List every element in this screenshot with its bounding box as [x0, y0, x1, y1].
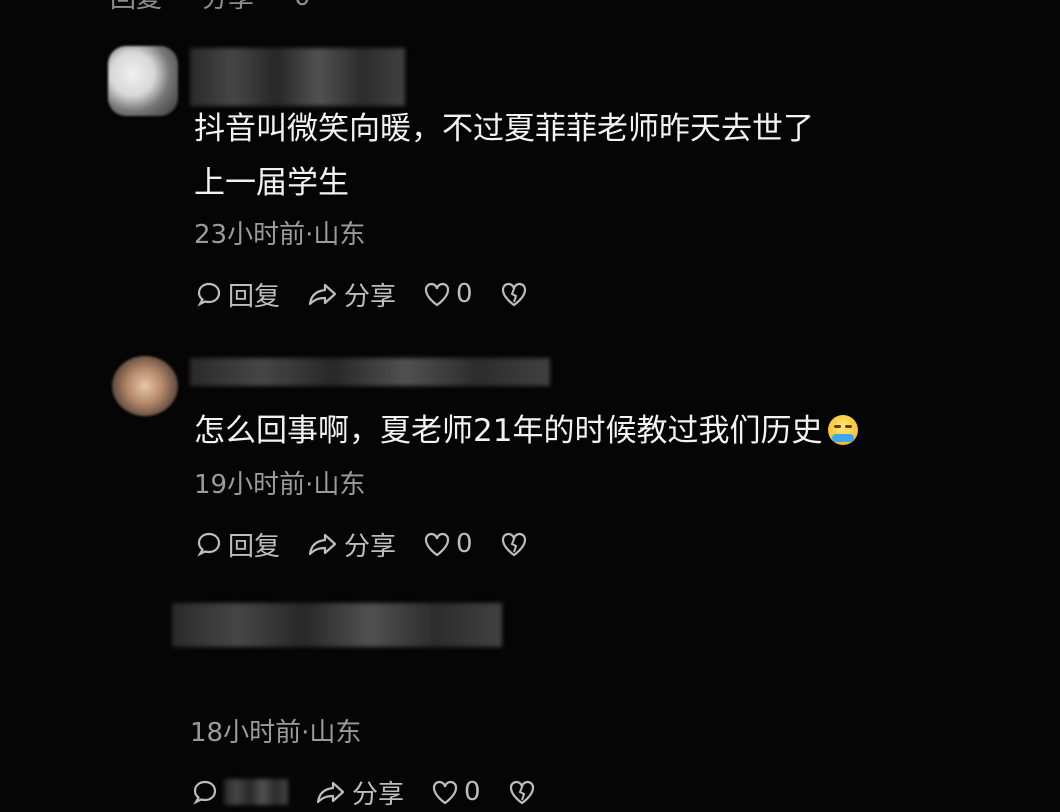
like-button[interactable]: 0 [422, 279, 473, 309]
share-label: 分享 [352, 779, 405, 810]
comment-actions: 分享 0 [190, 772, 563, 812]
reply-button-prev[interactable]: 回复 [110, 0, 162, 15]
reply-button[interactable]: 回复 [194, 526, 280, 563]
heart-icon [430, 777, 460, 807]
share-button[interactable]: 分享 [306, 526, 396, 563]
dislike-button[interactable] [507, 777, 537, 807]
reply-button[interactable] [190, 777, 288, 807]
like-count-prev[interactable]: 0 [294, 0, 311, 12]
reply-button[interactable]: 回复 [194, 276, 280, 313]
broken-heart-icon [499, 529, 529, 559]
reply-label: 回复 [228, 531, 281, 562]
share-arrow-icon [306, 279, 340, 309]
like-button[interactable]: 0 [422, 529, 473, 559]
blurred-username [172, 603, 502, 647]
like-count: 0 [456, 529, 473, 559]
share-label: 分享 [344, 531, 397, 562]
like-button[interactable]: 0 [430, 777, 481, 807]
reply-bubble-icon [194, 529, 224, 559]
reply-bubble-icon [194, 279, 224, 309]
comment-text: 抖音叫微笑向暖，不过夏菲菲老师昨天去世了 [194, 111, 814, 147]
comment-meta: 23小时前·山东 [194, 220, 366, 250]
comment-text: 怎么回事啊，夏老师21年的时候教过我们历史 [194, 403, 859, 459]
share-arrow-icon [314, 777, 348, 807]
comment-actions: 回复 分享 0 [194, 524, 555, 564]
like-count: 0 [464, 777, 481, 807]
share-button[interactable]: 分享 [306, 276, 396, 313]
blurred-username [190, 48, 405, 106]
comment-text-continued: 上一届学生 [194, 165, 349, 201]
share-button[interactable]: 分享 [314, 774, 404, 811]
reply-label: 回复 [228, 281, 281, 312]
dislike-button[interactable] [499, 529, 529, 559]
blurred-username [190, 358, 550, 386]
avatar[interactable] [112, 356, 178, 416]
avatar[interactable] [108, 46, 178, 116]
dislike-button[interactable] [499, 279, 529, 309]
like-count: 0 [456, 279, 473, 309]
crying-face-icon [828, 415, 859, 445]
heart-icon [422, 529, 452, 559]
comment-meta: 19小时前·山东 [194, 470, 366, 500]
comment-meta: 18小时前·山东 [190, 718, 362, 748]
reply-bubble-icon [190, 777, 220, 807]
comment-text-content: 怎么回事啊，夏老师21年的时候教过我们历史 [194, 413, 823, 449]
heart-icon [422, 279, 452, 309]
broken-heart-icon [499, 279, 529, 309]
comment-actions: 回复 分享 0 [194, 274, 555, 314]
share-arrow-icon [306, 529, 340, 559]
broken-heart-icon [507, 777, 537, 807]
share-label: 分享 [344, 281, 397, 312]
previous-comment-actions: 回复 分享 0 [110, 0, 351, 15]
share-button-prev[interactable]: 分享 [202, 0, 254, 15]
blurred-reply-label [224, 779, 288, 805]
